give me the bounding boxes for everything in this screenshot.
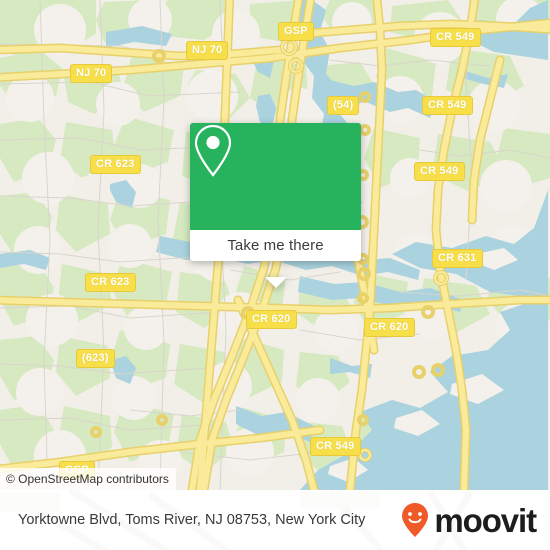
map-canvas[interactable]: GSP CR 549 NJ 70 NJ 70 (54) CR 549 CR 623 CR 54… <box>0 0 550 490</box>
road-shield-label: CR 623 <box>85 273 136 292</box>
moovit-pin-icon <box>402 503 429 537</box>
moovit-wordmark: moovit <box>434 501 537 539</box>
take-me-there-button[interactable]: Take me there <box>190 230 361 261</box>
map-pin-icon <box>194 124 232 177</box>
road-shield-label: CR 620 <box>364 318 415 337</box>
road-shield-label: NJ 70 <box>186 41 229 60</box>
road-shield-label: CR 620 <box>246 310 297 329</box>
road-shield-label: CR 549 <box>414 162 465 181</box>
road-shield-label: GSP <box>278 22 314 41</box>
road-shield-label: NJ 70 <box>70 64 113 83</box>
road-shield-label: CR 549 <box>430 28 481 47</box>
map-screenshot: GSP CR 549 NJ 70 NJ 70 (54) CR 549 CR 623 CR 54… <box>0 0 550 550</box>
osm-attribution[interactable]: © OpenStreetMap contributors <box>0 468 176 490</box>
road-shield-label: CR 623 <box>90 155 141 174</box>
road-shield-label: (54) <box>327 96 360 115</box>
address-text: Yorktowne Blvd, Toms River, NJ 08753, Ne… <box>18 511 366 528</box>
road-shield-label: CR 549 <box>310 437 361 456</box>
road-shield-label: CR 549 <box>422 96 473 115</box>
popup-image-area <box>190 123 361 230</box>
road-shield-label: CR 631 <box>432 249 483 268</box>
location-popup-card[interactable]: Take me there <box>190 123 361 288</box>
take-me-there-label: Take me there <box>227 237 324 254</box>
footer-bar: Yorktowne Blvd, Toms River, NJ 08753, Ne… <box>0 490 550 550</box>
moovit-logo[interactable]: moovit <box>400 501 537 539</box>
popup-tail <box>264 277 287 288</box>
road-shield-label: (623) <box>76 349 115 368</box>
